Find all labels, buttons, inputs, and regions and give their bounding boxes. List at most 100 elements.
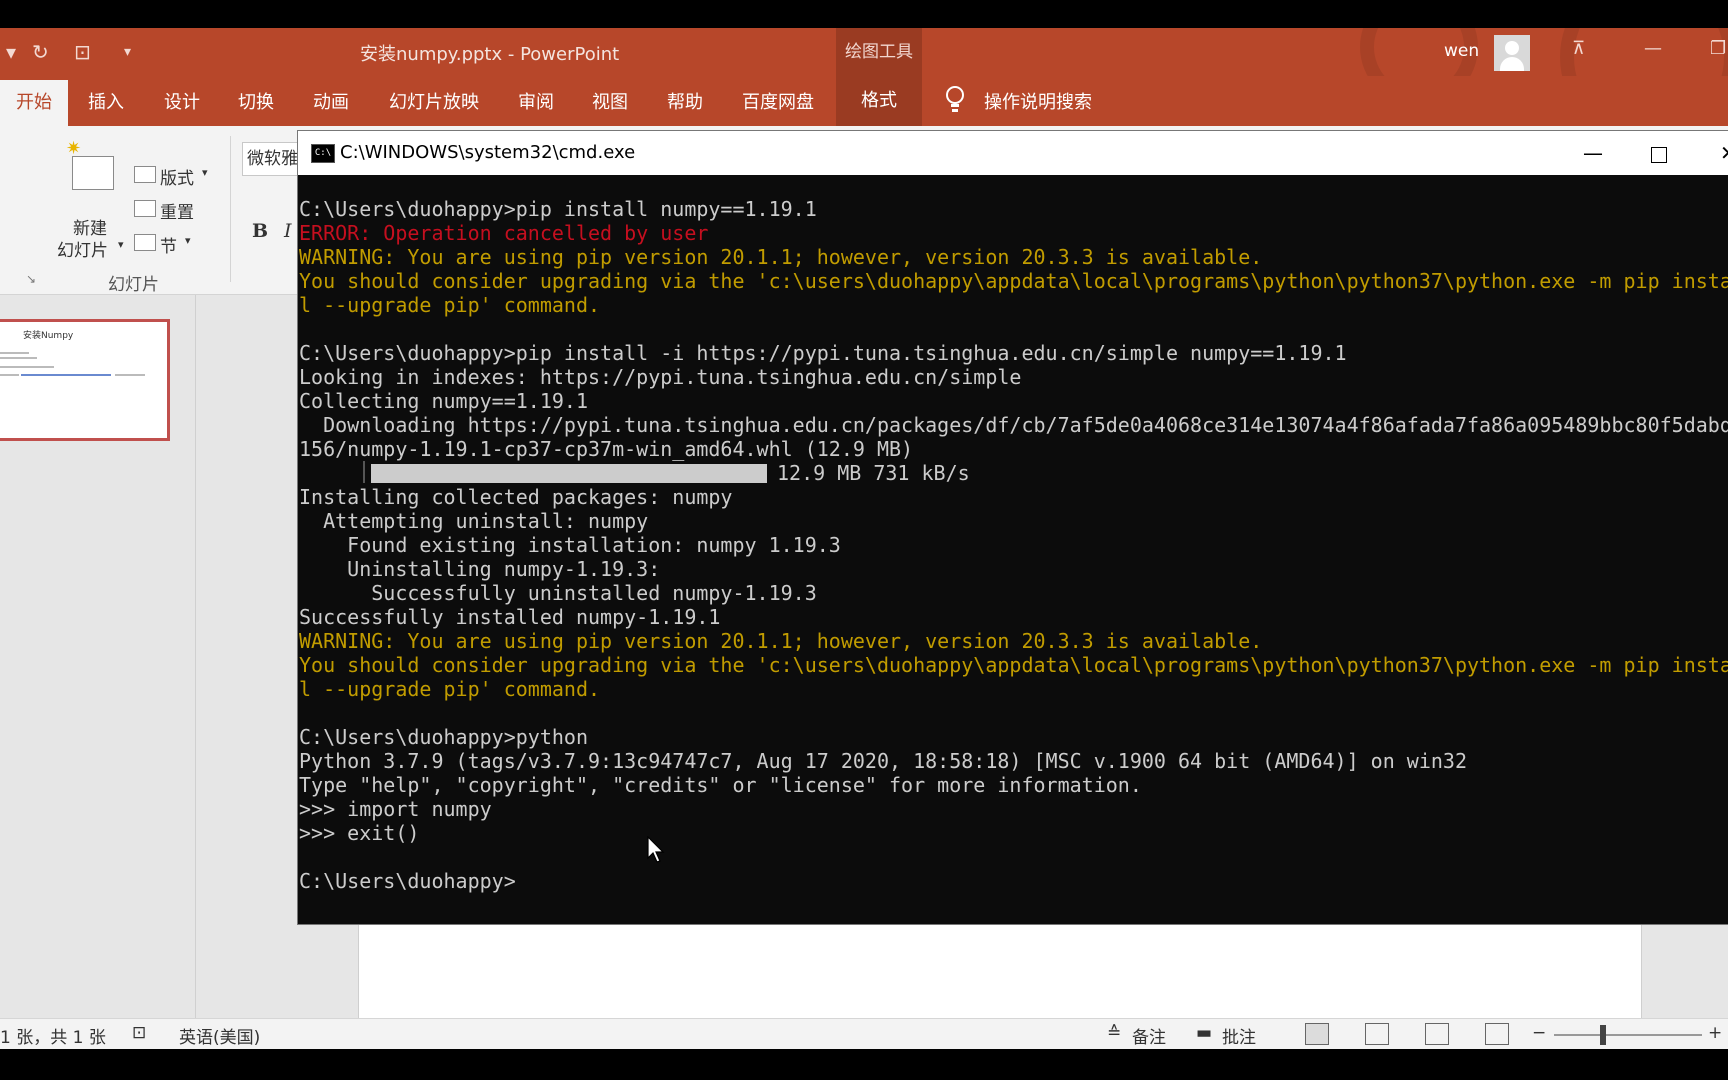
tab-baidu-netdisk[interactable]: 百度网盘 (742, 88, 814, 114)
ribbon-display-options-icon[interactable]: ⊼ (1572, 38, 1585, 59)
sparkle-icon: ✷ (66, 138, 82, 159)
customize-qat-icon[interactable]: ▾ (124, 44, 131, 60)
cmd-titlebar[interactable]: C:\ C:\WINDOWS\system32\cmd.exe — ✕ (298, 131, 1728, 175)
tab-review[interactable]: 审阅 (518, 88, 554, 114)
group-separator (230, 136, 231, 282)
terminal-output[interactable]: C:\Users\duohappy>pip install numpy==1.1… (299, 197, 1728, 893)
new-slide-dropdown-icon[interactable]: ▾ (118, 238, 124, 251)
tab-transitions[interactable]: 切换 (238, 88, 274, 114)
powerpoint-titlebar: ▾ ↻ ⊡ ▾ 安装numpy.pptx - PowerPoint 绘图工具 w… (0, 28, 1728, 146)
thumbnail-text-line (0, 352, 29, 354)
qat-dropdown-icon[interactable]: ▾ (6, 40, 16, 64)
restore-button[interactable]: ❐ (1710, 38, 1726, 59)
thumbnail-text-line (0, 374, 19, 376)
slide-thumbnail-1[interactable]: 安装Numpy (0, 319, 170, 441)
new-slide-icon[interactable] (72, 156, 114, 190)
language-indicator[interactable]: 英语(美国) (179, 1023, 260, 1048)
normal-view-button[interactable] (1305, 1023, 1329, 1045)
terminal-line: Collecting numpy==1.19.1 (299, 389, 588, 413)
slide-counter: 1 张，共 1 张 (0, 1028, 106, 1048)
terminal-line: Looking in indexes: https://pypi.tuna.ts… (299, 365, 1022, 389)
terminal-line: Downloading https://pypi.tuna.tsinghua.e… (299, 413, 1728, 437)
comments-button[interactable]: 批注 (1222, 1023, 1256, 1048)
screen: ▾ ↻ ⊡ ▾ 安装numpy.pptx - PowerPoint 绘图工具 w… (0, 28, 1728, 1049)
terminal-line: Successfully installed numpy-1.19.1 (299, 605, 721, 629)
cmd-title: C:\WINDOWS\system32\cmd.exe (340, 142, 636, 163)
notes-button[interactable]: 备注 (1132, 1023, 1166, 1048)
thumbnail-link-line (21, 374, 111, 376)
terminal-line: WARNING: You are using pip version 20.1.… (299, 245, 1263, 269)
tab-slideshow[interactable]: 幻灯片放映 (389, 88, 479, 114)
cmd-window[interactable]: C:\ C:\WINDOWS\system32\cmd.exe — ✕ C:\U… (297, 130, 1728, 925)
present-from-start-icon[interactable]: ⊡ (74, 40, 91, 64)
zoom-slider[interactable] (1554, 1034, 1702, 1036)
zoom-out-button[interactable]: − (1532, 1023, 1546, 1043)
terminal-line: Successfully uninstalled numpy-1.19.3 (299, 581, 817, 605)
tab-help[interactable]: 帮助 (667, 88, 703, 114)
terminal-line: l --upgrade pip' command. (299, 293, 601, 317)
ribbon-tabs: 开始 插入 设计 切换 动画 幻灯片放映 审阅 视图 帮助 百度网盘 格式 操作… (0, 76, 1728, 126)
zoom-in-button[interactable]: + (1708, 1023, 1722, 1043)
terminal-line: C:\Users\duohappy>pip install -i https:/… (299, 341, 1347, 365)
lightbulb-icon[interactable] (945, 85, 965, 115)
section-button[interactable]: 节 (160, 232, 177, 257)
dialog-launcher-icon[interactable]: ↘ (26, 272, 36, 286)
new-slide-label-2[interactable]: 幻灯片 (57, 236, 108, 261)
tab-animations[interactable]: 动画 (313, 88, 349, 114)
cmd-icon: C:\ (311, 144, 335, 163)
terminal-line: Uninstalling numpy-1.19.3: (299, 557, 661, 581)
terminal-line: ERROR: Operation cancelled by user (299, 221, 709, 245)
slide-sorter-view-button[interactable] (1365, 1023, 1389, 1045)
minimize-button[interactable]: — (1644, 38, 1662, 59)
section-icon[interactable] (134, 234, 156, 251)
thumbnail-text-line (0, 366, 54, 368)
comments-icon[interactable]: ▬ (1196, 1023, 1212, 1043)
tab-insert[interactable]: 插入 (88, 88, 124, 114)
italic-button[interactable]: I (284, 220, 292, 242)
terminal-line: C:\Users\duohappy>python (299, 725, 588, 749)
thumbnail-title: 安装Numpy (23, 331, 74, 341)
terminal-line: You should consider upgrading via the 'c… (299, 653, 1728, 677)
reading-view-button[interactable] (1425, 1023, 1449, 1045)
terminal-line: Python 3.7.9 (tags/v3.7.9:13c94747c7, Au… (299, 749, 1467, 773)
mouse-cursor-icon (647, 836, 665, 863)
bold-button[interactable]: B (252, 220, 268, 242)
cmd-close-button[interactable]: ✕ (1720, 141, 1728, 165)
terminal-line: Installing collected packages: numpy (299, 485, 733, 509)
cmd-maximize-button[interactable] (1651, 147, 1667, 163)
user-name[interactable]: wen (1444, 41, 1479, 61)
thumbnail-text-line (115, 374, 145, 376)
tell-me-search[interactable]: 操作说明搜索 (984, 88, 1092, 114)
zoom-slider-thumb[interactable] (1600, 1025, 1606, 1045)
document-title: 安装numpy.pptx - PowerPoint (360, 44, 620, 65)
tab-format[interactable]: 格式 (836, 76, 922, 126)
notes-icon[interactable]: ≙ (1107, 1023, 1121, 1043)
terminal-line: C:\Users\duohappy>pip install numpy==1.1… (299, 197, 817, 221)
layout-button[interactable]: 版式 (160, 164, 194, 189)
cmd-minimize-button[interactable]: — (1583, 141, 1603, 165)
layout-icon[interactable] (134, 166, 156, 183)
slideshow-view-button[interactable] (1485, 1023, 1509, 1045)
avatar[interactable] (1494, 35, 1530, 71)
redo-icon[interactable]: ↻ (32, 40, 49, 64)
reset-icon[interactable] (134, 200, 156, 217)
terminal-line: Type "help", "copyright", "credits" or "… (299, 773, 1142, 797)
tab-home[interactable]: 开始 (0, 80, 68, 126)
spellcheck-icon[interactable]: ⊡ (132, 1023, 146, 1043)
tab-design[interactable]: 设计 (164, 88, 200, 114)
reset-button[interactable]: 重置 (160, 198, 194, 223)
layout-dropdown-icon[interactable]: ▾ (202, 166, 208, 179)
drawing-tools-context-label: 绘图工具 (836, 28, 922, 76)
tab-view[interactable]: 视图 (592, 88, 628, 114)
download-progress-label: 12.9 MB 731 kB/s (777, 461, 970, 485)
terminal-line: Attempting uninstall: numpy (299, 509, 649, 533)
terminal-line: l --upgrade pip' command. (299, 677, 601, 701)
terminal-line: >>> import numpy (299, 797, 492, 821)
terminal-line: >>> exit() (299, 821, 420, 845)
section-dropdown-icon[interactable]: ▾ (185, 234, 191, 247)
download-progress-bar (371, 464, 767, 483)
slides-group-label: 幻灯片 (108, 275, 159, 295)
status-bar: 1 张，共 1 张 ⊡ 英语(美国) ≙ 备注 ▬ 批注 − + (0, 1018, 1728, 1049)
